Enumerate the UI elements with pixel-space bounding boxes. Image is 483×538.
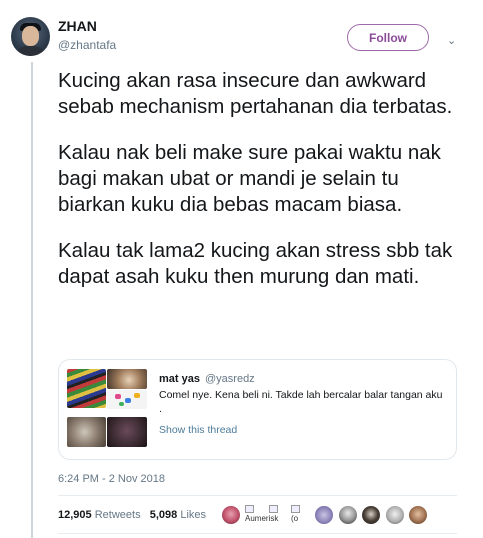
liker-avatar[interactable] [269, 505, 289, 515]
author-avatar[interactable] [11, 17, 50, 56]
quoted-tweet-text: Comel nye. Kena beli ni. Takde lah berca… [159, 389, 443, 415]
divider [58, 495, 457, 496]
divider [58, 533, 457, 534]
thread-line [31, 62, 33, 538]
tweet-paragraph: Kalau tak lama2 kucing akan stress sbb t… [58, 239, 453, 288]
show-thread-link[interactable]: Show this thread [159, 424, 237, 436]
author-name[interactable]: ZHAN [58, 18, 97, 34]
quoted-media-thumbnail[interactable] [67, 417, 106, 447]
liker-avatar[interactable]: (o [291, 505, 311, 523]
liker-alt-text: (o [291, 514, 299, 523]
quoted-media-thumbnail[interactable] [107, 417, 147, 447]
liker-avatar[interactable] [362, 506, 380, 524]
likes-label[interactable]: Likes [180, 509, 206, 521]
retweets-label[interactable]: Retweets [95, 509, 141, 521]
liker-avatar[interactable]: Aumerisk [245, 505, 278, 523]
follow-button[interactable]: Follow [347, 24, 429, 51]
tweet-timestamp[interactable]: 6:24 PM - 2 Nov 2018 [58, 473, 165, 485]
liker-avatar[interactable] [222, 506, 240, 524]
tweet-paragraph: Kalau nak beli make sure pakai waktu nak… [58, 141, 441, 216]
likes-count[interactable]: 5,098 [150, 509, 178, 521]
liker-avatar[interactable] [339, 506, 357, 524]
liker-alt-text: Aumerisk [245, 514, 279, 523]
engagement-stats: 12,905 Retweets 5,098 Likes [58, 509, 206, 521]
retweets-count[interactable]: 12,905 [58, 509, 92, 521]
quoted-media-thumbnail[interactable] [107, 390, 147, 409]
quoted-author-name: mat yas [159, 373, 200, 385]
author-handle[interactable]: @zhantafa [58, 38, 116, 52]
quoted-media-thumbnail[interactable] [107, 369, 147, 389]
tweet-text: Kucing akan rasa insecure dan awkward se… [58, 68, 468, 310]
liker-avatar[interactable] [386, 506, 404, 524]
liker-avatar[interactable] [409, 506, 427, 524]
quoted-author-handle: @yasredz [205, 373, 255, 385]
liker-avatar[interactable] [315, 506, 333, 524]
quoted-media-thumbnail[interactable] [67, 369, 106, 408]
chevron-down-icon[interactable]: ⌄ [447, 34, 456, 47]
tweet-paragraph: Kucing akan rasa insecure dan awkward se… [58, 69, 453, 118]
